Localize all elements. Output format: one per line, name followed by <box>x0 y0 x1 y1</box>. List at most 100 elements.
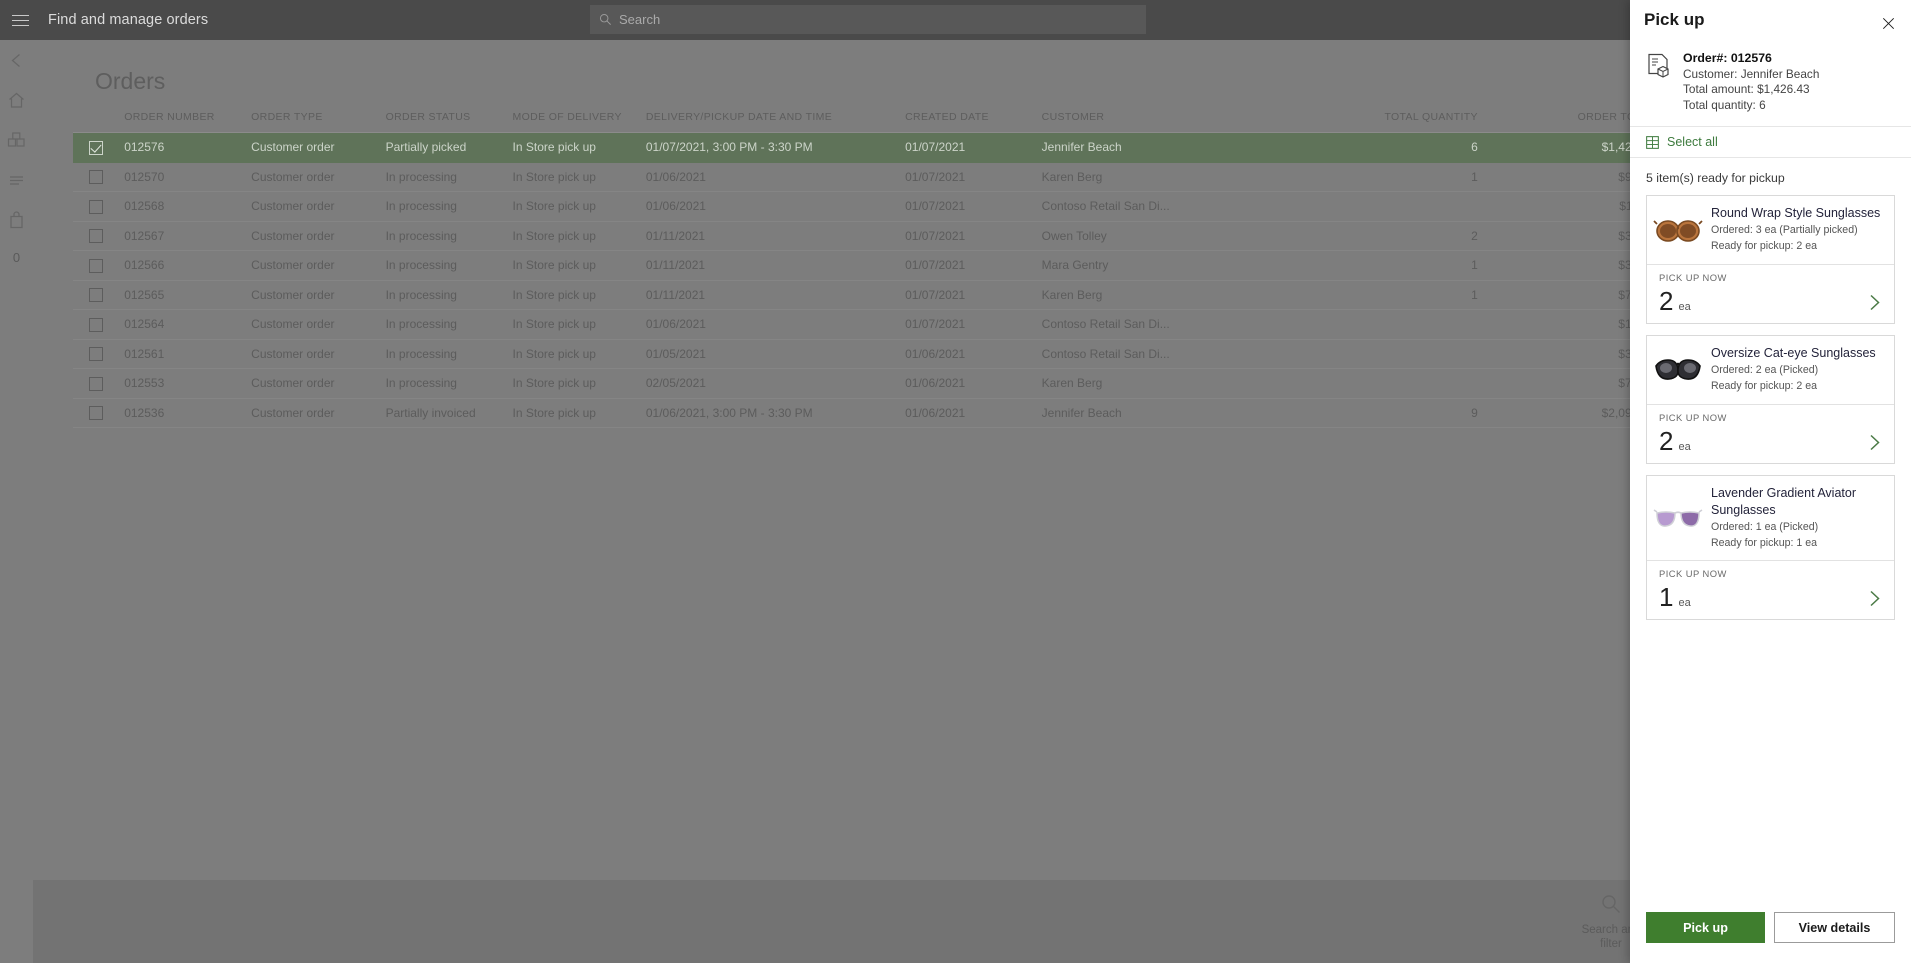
row-checkbox-cell[interactable] <box>73 162 124 192</box>
pickup-quantity-uom: ea <box>1678 597 1691 610</box>
order-type-cell: Customer order <box>251 405 335 420</box>
pickup-item-ready: Ready for pickup: 2 ea <box>1711 380 1817 393</box>
column-header[interactable]: ORDER STATUS <box>385 105 513 133</box>
row-checkbox[interactable] <box>89 199 103 214</box>
row-checkbox[interactable] <box>89 170 103 185</box>
total-quantity-cell: 1 <box>1471 169 1478 184</box>
column-header[interactable]: MODE OF DELIVERY <box>512 105 646 133</box>
bag-icon[interactable] <box>6 210 27 231</box>
pickup-quantity-row[interactable]: PICK UP NOW 1 ea <box>1647 560 1894 619</box>
global-search-input[interactable]: Search <box>590 5 1146 34</box>
row-checkbox-cell[interactable] <box>73 221 124 251</box>
order-number-cell: 012576 <box>124 140 165 155</box>
row-checkbox[interactable] <box>89 140 103 155</box>
row-checkbox[interactable] <box>89 317 103 332</box>
table-row[interactable]: 012566 Customer order In processing In Stor… <box>73 251 1669 281</box>
created-date-cell: 01/07/2021 <box>905 228 966 243</box>
mode-of-delivery-cell: In Store pick up <box>512 287 596 302</box>
mode-of-delivery-cell: In Store pick up <box>512 317 596 332</box>
hamburger-menu-icon[interactable] <box>0 0 40 40</box>
orders-table-header: ORDER NUMBER ORDER TYPE ORDER STATUS MODE O… <box>73 105 1669 133</box>
row-checkbox-cell[interactable] <box>73 251 124 281</box>
delivery-datetime-cell: 01/11/2021 <box>645 228 706 243</box>
column-header[interactable]: CREATED DATE <box>905 105 1042 133</box>
table-row[interactable]: 012567 Customer order In processing In Stor… <box>73 221 1669 251</box>
search-placeholder: Search <box>619 12 661 27</box>
view-details-button[interactable]: View details <box>1774 912 1895 943</box>
row-checkbox[interactable] <box>89 229 103 244</box>
pickup-item-info: Lavender Gradient Aviator Sunglasses Orde… <box>1711 485 1886 551</box>
table-row[interactable]: 012568 Customer order In processing In Stor… <box>73 192 1669 222</box>
pickup-quantity-row[interactable]: PICK UP NOW 2 ea <box>1647 264 1894 323</box>
pickup-item-card[interactable]: Round Wrap Style Sunglasses Ordered: 3 ea… <box>1646 195 1895 325</box>
pickup-quantity-uom: ea <box>1678 441 1691 454</box>
chevron-right-icon[interactable] <box>1865 589 1884 608</box>
column-header[interactable]: TOTAL QUANTITY <box>1259 105 1492 133</box>
column-header[interactable]: DELIVERY/PICKUP DATE AND TIME <box>645 105 906 133</box>
delivery-datetime-cell: 01/06/2021 <box>645 199 706 214</box>
table-row[interactable]: 012565 Customer order In processing In Stor… <box>73 280 1669 310</box>
row-checkbox-cell[interactable] <box>73 310 124 340</box>
chevron-right-icon[interactable] <box>1865 433 1884 452</box>
row-checkbox-cell[interactable] <box>73 339 124 369</box>
pickup-item-details: Round Wrap Style Sunglasses Ordered: 3 ea… <box>1647 196 1894 264</box>
created-date-cell: 01/06/2021 <box>905 346 966 361</box>
row-checkbox[interactable] <box>89 288 103 303</box>
pickup-item-name: Lavender Gradient Aviator Sunglasses <box>1711 486 1857 518</box>
flyout-action-buttons: Pick up View details <box>1630 898 1911 963</box>
row-checkbox[interactable] <box>89 406 103 421</box>
list-icon[interactable] <box>6 170 27 191</box>
pickup-item-card[interactable]: Lavender Gradient Aviator Sunglasses Orde… <box>1646 475 1895 621</box>
cart-count[interactable]: 0 <box>13 250 20 265</box>
customer-cell: Contoso Retail San Di... <box>1041 199 1170 214</box>
pickup-item-ordered: Ordered: 1 ea (Picked) <box>1711 521 1819 534</box>
created-date-cell: 01/07/2021 <box>905 317 966 332</box>
row-checkbox-cell[interactable] <box>73 192 124 222</box>
row-checkbox-cell[interactable] <box>73 369 124 399</box>
pick-up-button[interactable]: Pick up <box>1646 912 1765 943</box>
pickup-item-card[interactable]: Oversize Cat-eye Sunglasses Ordered: 2 ea… <box>1646 335 1895 465</box>
table-row[interactable]: 012561 Customer order In processing In Stor… <box>73 339 1669 369</box>
customer-cell: Karen Berg <box>1041 287 1103 302</box>
table-row[interactable]: 012553 Customer order In processing In Stor… <box>73 369 1669 399</box>
row-checkbox-cell[interactable] <box>73 133 124 163</box>
chevron-right-icon[interactable] <box>1865 293 1884 312</box>
pickup-item-ordered: Ordered: 3 ea (Partially picked) <box>1711 224 1858 237</box>
table-row[interactable]: 012570 Customer order In processing In Stor… <box>73 162 1669 192</box>
row-checkbox[interactable] <box>89 258 103 273</box>
order-number-cell: 012567 <box>124 228 165 243</box>
row-checkbox-cell[interactable] <box>73 398 124 428</box>
mode-of-delivery-cell: In Store pick up <box>512 199 596 214</box>
table-row[interactable]: 012564 Customer order In processing In Stor… <box>73 310 1669 340</box>
created-date-cell: 01/07/2021 <box>905 140 966 155</box>
pickup-item-name: Oversize Cat-eye Sunglasses <box>1711 346 1876 361</box>
customer-cell: Karen Berg <box>1041 169 1103 184</box>
delivery-datetime-cell: 01/06/2021 <box>645 317 706 332</box>
close-icon[interactable] <box>1875 10 1901 36</box>
cat-eye-sunglasses-thumb <box>1653 345 1703 395</box>
select-all-button[interactable]: Select all <box>1630 126 1911 159</box>
order-number-cell: 012566 <box>124 258 165 273</box>
row-checkbox[interactable] <box>89 347 103 362</box>
back-arrow-icon[interactable] <box>6 50 27 71</box>
pick-up-now-label: PICK UP NOW <box>1659 412 1727 424</box>
table-row[interactable]: 012536 Customer order Partially invoiced In… <box>73 398 1669 428</box>
orders-table: ORDER NUMBER ORDER TYPE ORDER STATUS MODE O… <box>73 105 1669 428</box>
column-header[interactable]: ORDER NUMBER <box>124 105 252 133</box>
select-all-column-header[interactable] <box>73 105 125 133</box>
home-icon[interactable] <box>6 90 27 111</box>
column-header[interactable]: CUSTOMER <box>1041 105 1260 133</box>
table-row[interactable]: 012576 Customer order Partially picked In S… <box>73 132 1669 163</box>
products-icon[interactable] <box>6 130 27 151</box>
row-checkbox-cell[interactable] <box>73 280 124 310</box>
customer-cell: Jennifer Beach <box>1041 140 1122 155</box>
delivery-datetime-cell: 01/11/2021 <box>645 258 706 273</box>
order-status-cell: In processing <box>385 317 457 332</box>
row-checkbox[interactable] <box>89 376 103 391</box>
total-quantity-cell: 9 <box>1471 405 1478 420</box>
pickup-item-ready: Ready for pickup: 2 ea <box>1711 240 1817 253</box>
pickup-quantity-group: PICK UP NOW 2 ea <box>1659 412 1727 454</box>
delivery-datetime-cell: 01/06/2021 <box>645 169 706 184</box>
column-header[interactable]: ORDER TYPE <box>251 105 386 133</box>
pickup-quantity-row[interactable]: PICK UP NOW 2 ea <box>1647 404 1894 463</box>
